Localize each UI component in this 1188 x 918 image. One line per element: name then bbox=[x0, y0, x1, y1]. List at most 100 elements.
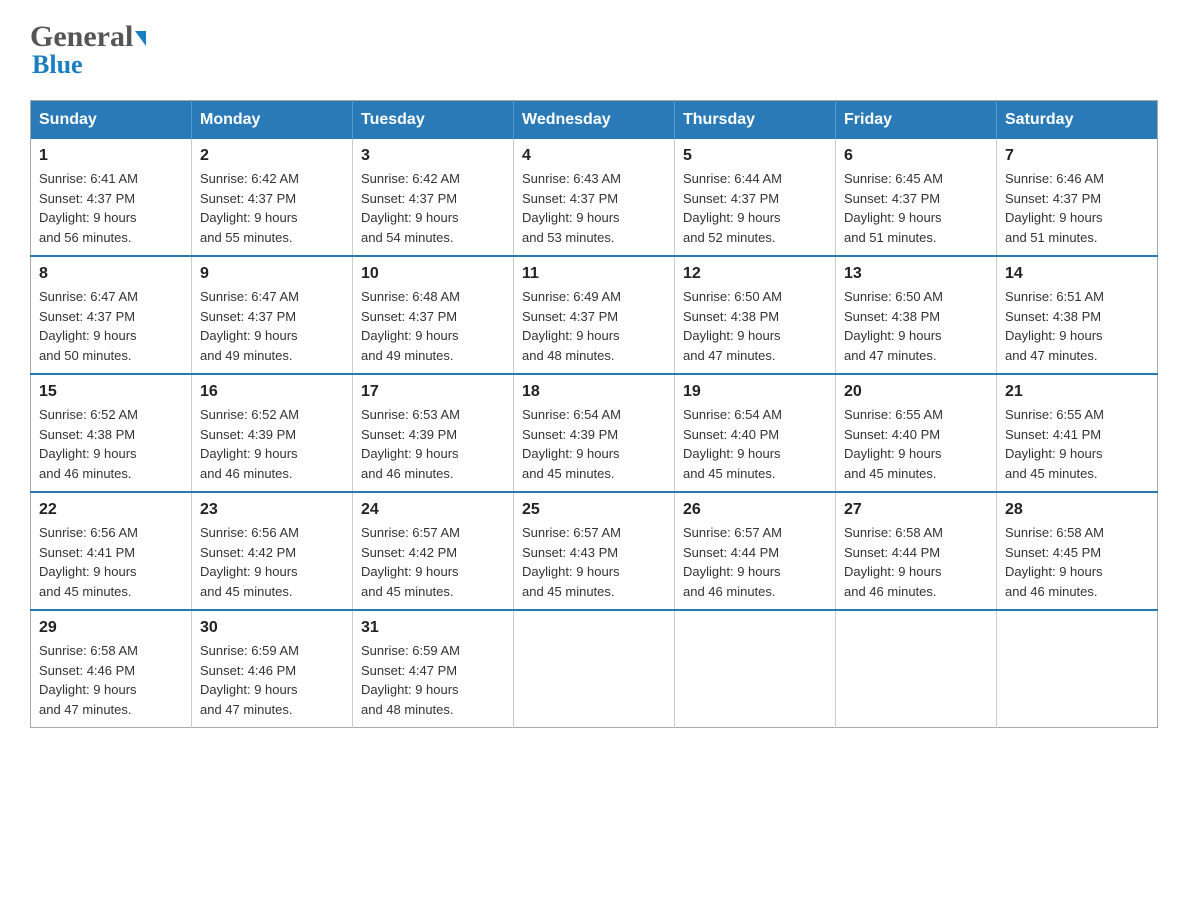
logo-blue-text: Blue bbox=[30, 50, 83, 80]
day-number: 5 bbox=[683, 147, 827, 165]
calendar-cell bbox=[836, 610, 997, 728]
day-info: Sunrise: 6:42 AMSunset: 4:37 PMDaylight:… bbox=[200, 171, 299, 245]
calendar-cell: 8 Sunrise: 6:47 AMSunset: 4:37 PMDayligh… bbox=[31, 256, 192, 374]
weekday-header-row: SundayMondayTuesdayWednesdayThursdayFrid… bbox=[31, 101, 1158, 140]
day-number: 23 bbox=[200, 501, 344, 519]
day-info: Sunrise: 6:59 AMSunset: 4:46 PMDaylight:… bbox=[200, 643, 299, 717]
day-number: 1 bbox=[39, 147, 183, 165]
weekday-header-thursday: Thursday bbox=[675, 101, 836, 140]
day-number: 19 bbox=[683, 383, 827, 401]
weekday-header-saturday: Saturday bbox=[997, 101, 1158, 140]
day-info: Sunrise: 6:50 AMSunset: 4:38 PMDaylight:… bbox=[683, 289, 782, 363]
calendar-cell: 31 Sunrise: 6:59 AMSunset: 4:47 PMDaylig… bbox=[353, 610, 514, 728]
day-number: 21 bbox=[1005, 383, 1149, 401]
day-info: Sunrise: 6:44 AMSunset: 4:37 PMDaylight:… bbox=[683, 171, 782, 245]
day-info: Sunrise: 6:47 AMSunset: 4:37 PMDaylight:… bbox=[39, 289, 138, 363]
day-info: Sunrise: 6:54 AMSunset: 4:39 PMDaylight:… bbox=[522, 407, 621, 481]
calendar-cell bbox=[514, 610, 675, 728]
day-number: 7 bbox=[1005, 147, 1149, 165]
calendar-cell: 24 Sunrise: 6:57 AMSunset: 4:42 PMDaylig… bbox=[353, 492, 514, 610]
day-number: 20 bbox=[844, 383, 988, 401]
day-number: 24 bbox=[361, 501, 505, 519]
calendar-week-row: 1 Sunrise: 6:41 AMSunset: 4:37 PMDayligh… bbox=[31, 139, 1158, 256]
day-number: 3 bbox=[361, 147, 505, 165]
calendar-cell: 16 Sunrise: 6:52 AMSunset: 4:39 PMDaylig… bbox=[192, 374, 353, 492]
day-info: Sunrise: 6:51 AMSunset: 4:38 PMDaylight:… bbox=[1005, 289, 1104, 363]
day-number: 13 bbox=[844, 265, 988, 283]
weekday-header-friday: Friday bbox=[836, 101, 997, 140]
day-info: Sunrise: 6:45 AMSunset: 4:37 PMDaylight:… bbox=[844, 171, 943, 245]
day-number: 2 bbox=[200, 147, 344, 165]
calendar-cell: 12 Sunrise: 6:50 AMSunset: 4:38 PMDaylig… bbox=[675, 256, 836, 374]
calendar-cell: 15 Sunrise: 6:52 AMSunset: 4:38 PMDaylig… bbox=[31, 374, 192, 492]
day-info: Sunrise: 6:50 AMSunset: 4:38 PMDaylight:… bbox=[844, 289, 943, 363]
day-info: Sunrise: 6:56 AMSunset: 4:41 PMDaylight:… bbox=[39, 525, 138, 599]
day-number: 10 bbox=[361, 265, 505, 283]
calendar-cell: 21 Sunrise: 6:55 AMSunset: 4:41 PMDaylig… bbox=[997, 374, 1158, 492]
day-info: Sunrise: 6:47 AMSunset: 4:37 PMDaylight:… bbox=[200, 289, 299, 363]
calendar-cell: 19 Sunrise: 6:54 AMSunset: 4:40 PMDaylig… bbox=[675, 374, 836, 492]
day-number: 29 bbox=[39, 619, 183, 637]
day-number: 30 bbox=[200, 619, 344, 637]
day-info: Sunrise: 6:48 AMSunset: 4:37 PMDaylight:… bbox=[361, 289, 460, 363]
calendar-cell: 22 Sunrise: 6:56 AMSunset: 4:41 PMDaylig… bbox=[31, 492, 192, 610]
day-number: 15 bbox=[39, 383, 183, 401]
calendar-cell bbox=[997, 610, 1158, 728]
day-info: Sunrise: 6:55 AMSunset: 4:40 PMDaylight:… bbox=[844, 407, 943, 481]
day-info: Sunrise: 6:58 AMSunset: 4:45 PMDaylight:… bbox=[1005, 525, 1104, 599]
calendar-cell: 9 Sunrise: 6:47 AMSunset: 4:37 PMDayligh… bbox=[192, 256, 353, 374]
calendar-cell: 10 Sunrise: 6:48 AMSunset: 4:37 PMDaylig… bbox=[353, 256, 514, 374]
day-number: 26 bbox=[683, 501, 827, 519]
day-number: 17 bbox=[361, 383, 505, 401]
calendar-cell: 27 Sunrise: 6:58 AMSunset: 4:44 PMDaylig… bbox=[836, 492, 997, 610]
day-info: Sunrise: 6:52 AMSunset: 4:38 PMDaylight:… bbox=[39, 407, 138, 481]
day-number: 11 bbox=[522, 265, 666, 283]
day-info: Sunrise: 6:52 AMSunset: 4:39 PMDaylight:… bbox=[200, 407, 299, 481]
day-number: 22 bbox=[39, 501, 183, 519]
calendar-cell: 6 Sunrise: 6:45 AMSunset: 4:37 PMDayligh… bbox=[836, 139, 997, 256]
weekday-header-tuesday: Tuesday bbox=[353, 101, 514, 140]
day-number: 4 bbox=[522, 147, 666, 165]
day-info: Sunrise: 6:49 AMSunset: 4:37 PMDaylight:… bbox=[522, 289, 621, 363]
calendar-cell: 20 Sunrise: 6:55 AMSunset: 4:40 PMDaylig… bbox=[836, 374, 997, 492]
calendar-cell: 17 Sunrise: 6:53 AMSunset: 4:39 PMDaylig… bbox=[353, 374, 514, 492]
calendar-cell: 18 Sunrise: 6:54 AMSunset: 4:39 PMDaylig… bbox=[514, 374, 675, 492]
day-info: Sunrise: 6:57 AMSunset: 4:42 PMDaylight:… bbox=[361, 525, 460, 599]
calendar-table: SundayMondayTuesdayWednesdayThursdayFrid… bbox=[30, 100, 1158, 728]
logo-general-text: General bbox=[30, 20, 133, 54]
day-info: Sunrise: 6:57 AMSunset: 4:44 PMDaylight:… bbox=[683, 525, 782, 599]
day-info: Sunrise: 6:42 AMSunset: 4:37 PMDaylight:… bbox=[361, 171, 460, 245]
calendar-cell: 4 Sunrise: 6:43 AMSunset: 4:37 PMDayligh… bbox=[514, 139, 675, 256]
day-number: 6 bbox=[844, 147, 988, 165]
calendar-week-row: 8 Sunrise: 6:47 AMSunset: 4:37 PMDayligh… bbox=[31, 256, 1158, 374]
day-info: Sunrise: 6:56 AMSunset: 4:42 PMDaylight:… bbox=[200, 525, 299, 599]
logo-arrow-icon bbox=[135, 31, 146, 46]
weekday-header-monday: Monday bbox=[192, 101, 353, 140]
day-info: Sunrise: 6:53 AMSunset: 4:39 PMDaylight:… bbox=[361, 407, 460, 481]
logo: General Blue bbox=[30, 20, 146, 80]
calendar-cell: 26 Sunrise: 6:57 AMSunset: 4:44 PMDaylig… bbox=[675, 492, 836, 610]
day-number: 12 bbox=[683, 265, 827, 283]
weekday-header-sunday: Sunday bbox=[31, 101, 192, 140]
calendar-week-row: 22 Sunrise: 6:56 AMSunset: 4:41 PMDaylig… bbox=[31, 492, 1158, 610]
calendar-cell: 14 Sunrise: 6:51 AMSunset: 4:38 PMDaylig… bbox=[997, 256, 1158, 374]
day-info: Sunrise: 6:41 AMSunset: 4:37 PMDaylight:… bbox=[39, 171, 138, 245]
day-number: 18 bbox=[522, 383, 666, 401]
day-info: Sunrise: 6:54 AMSunset: 4:40 PMDaylight:… bbox=[683, 407, 782, 481]
day-number: 25 bbox=[522, 501, 666, 519]
day-info: Sunrise: 6:58 AMSunset: 4:44 PMDaylight:… bbox=[844, 525, 943, 599]
day-number: 9 bbox=[200, 265, 344, 283]
calendar-cell: 30 Sunrise: 6:59 AMSunset: 4:46 PMDaylig… bbox=[192, 610, 353, 728]
day-info: Sunrise: 6:46 AMSunset: 4:37 PMDaylight:… bbox=[1005, 171, 1104, 245]
day-number: 31 bbox=[361, 619, 505, 637]
calendar-cell: 3 Sunrise: 6:42 AMSunset: 4:37 PMDayligh… bbox=[353, 139, 514, 256]
day-info: Sunrise: 6:58 AMSunset: 4:46 PMDaylight:… bbox=[39, 643, 138, 717]
day-number: 14 bbox=[1005, 265, 1149, 283]
calendar-cell bbox=[675, 610, 836, 728]
calendar-week-row: 29 Sunrise: 6:58 AMSunset: 4:46 PMDaylig… bbox=[31, 610, 1158, 728]
day-number: 8 bbox=[39, 265, 183, 283]
day-info: Sunrise: 6:57 AMSunset: 4:43 PMDaylight:… bbox=[522, 525, 621, 599]
calendar-cell: 13 Sunrise: 6:50 AMSunset: 4:38 PMDaylig… bbox=[836, 256, 997, 374]
calendar-cell: 7 Sunrise: 6:46 AMSunset: 4:37 PMDayligh… bbox=[997, 139, 1158, 256]
day-info: Sunrise: 6:55 AMSunset: 4:41 PMDaylight:… bbox=[1005, 407, 1104, 481]
